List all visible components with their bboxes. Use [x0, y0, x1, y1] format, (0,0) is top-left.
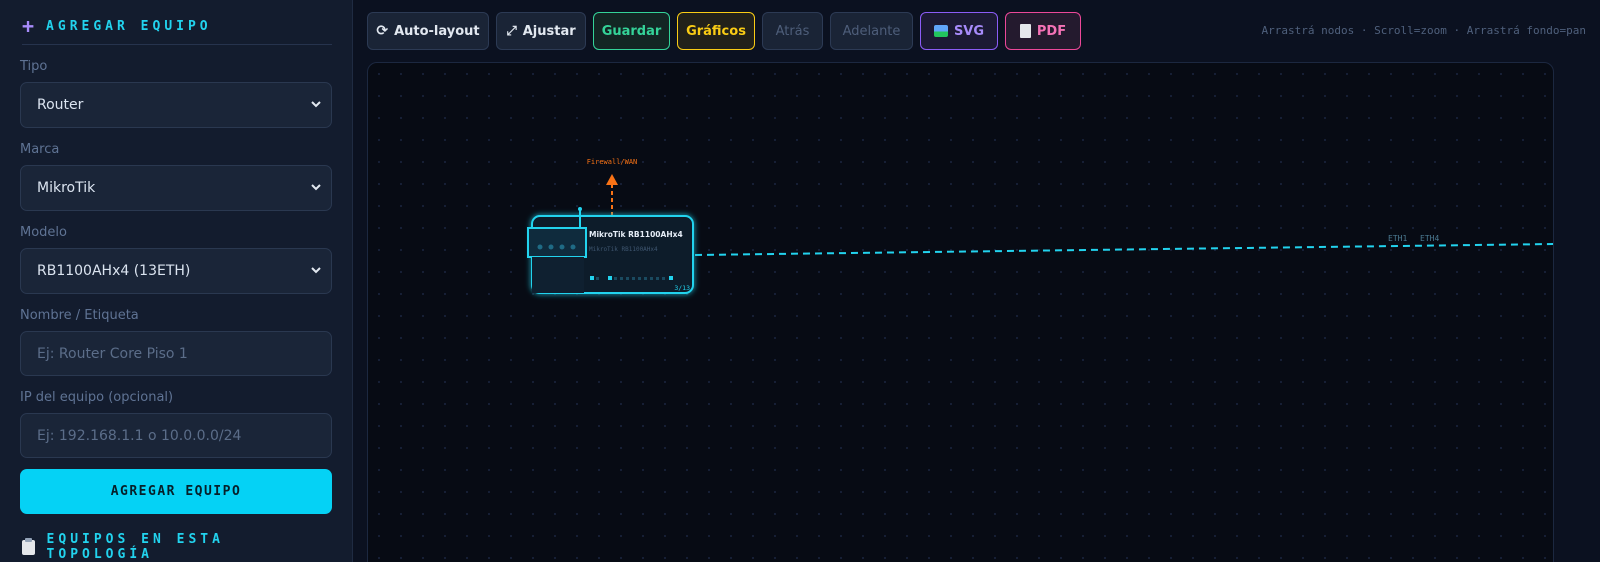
link-label-eth4: ETH4	[1420, 234, 1439, 243]
charts-button[interactable]: Gráficos	[677, 12, 755, 50]
port-count: 3/13	[674, 284, 690, 292]
save-button[interactable]: Guardar	[593, 12, 670, 50]
toolbar: ⟳ Auto-layout ⤢ Ajustar Guardar Gráficos…	[367, 12, 1081, 50]
canvas-hint: Arrastrá nodos · Scroll=zoom · Arrastrá …	[1261, 24, 1586, 37]
ip-input[interactable]: Ej: 192.168.1.1 o 10.0.0.0/24	[20, 413, 332, 458]
undo-button[interactable]: Atrás	[762, 12, 823, 50]
tipo-select[interactable]: Router	[20, 82, 332, 128]
ip-label: IP del equipo (opcional)	[20, 390, 174, 405]
export-svg-label: SVG	[953, 23, 985, 39]
node-subtitle: MikroTik RB1100AHx4	[589, 246, 658, 253]
auto-layout-button[interactable]: ⟳ Auto-layout	[367, 12, 489, 50]
add-equipment-heading: + AGREGAR EQUIPO	[22, 16, 332, 45]
sidebar: + AGREGAR EQUIPO Tipo Router Marca Mikro…	[0, 0, 353, 562]
tipo-label: Tipo	[20, 59, 48, 74]
equipment-list-heading: EQUIPOS EN ESTA TOPOLOGÍA	[22, 532, 332, 562]
arrow-up-icon	[606, 174, 618, 185]
fit-button[interactable]: ⤢ Ajustar	[496, 12, 586, 50]
chevron-down-icon	[311, 267, 321, 274]
document-icon	[1019, 24, 1031, 38]
chevron-down-icon	[311, 184, 321, 191]
add-equipment-title: AGREGAR EQUIPO	[46, 18, 212, 34]
router-node[interactable]: MikroTik RB1100AHx4 MikroTik RB1100AHx4	[527, 207, 694, 294]
uplink-label: Firewall/WAN	[587, 158, 638, 166]
app-root: + AGREGAR EQUIPO Tipo Router Marca Mikro…	[0, 0, 1600, 562]
nombre-input[interactable]: Ej: Router Core Piso 1	[20, 331, 332, 376]
refresh-icon: ⟳	[376, 23, 389, 39]
clipboard-icon	[22, 537, 35, 555]
topology-svg: ETH1 ETH4 Firewall/WAN MikroTik RB1100AH…	[527, 158, 1554, 294]
add-equipment-button[interactable]: AGREGAR EQUIPO	[20, 469, 332, 514]
export-pdf-label: PDF	[1036, 23, 1067, 39]
nombre-label: Nombre / Etiqueta	[20, 308, 139, 323]
node-title: MikroTik RB1100AHx4	[589, 230, 683, 239]
export-pdf-button[interactable]: PDF	[1005, 12, 1081, 50]
chevron-down-icon	[311, 101, 321, 108]
equipment-list-title: EQUIPOS EN ESTA TOPOLOGÍA	[46, 532, 224, 562]
tipo-value: Router	[37, 97, 84, 113]
modelo-label: Modelo	[20, 225, 67, 240]
fit-label: Ajustar	[522, 23, 576, 39]
redo-button[interactable]: Adelante	[830, 12, 913, 50]
marca-label: Marca	[20, 142, 60, 157]
auto-layout-label: Auto-layout	[394, 23, 480, 39]
link-label-eth1: ETH1	[1388, 234, 1407, 243]
ip-placeholder: Ej: 192.168.1.1 o 10.0.0.0/24	[37, 427, 242, 444]
router-icon	[527, 227, 587, 258]
plus-icon: +	[22, 14, 35, 38]
modelo-select[interactable]: RB1100AHx4 (13ETH)	[20, 248, 332, 294]
image-icon	[933, 25, 948, 37]
marca-value: MikroTik	[37, 180, 96, 196]
network-link[interactable]	[694, 243, 1554, 256]
modelo-value: RB1100AHx4 (13ETH)	[37, 263, 191, 279]
topology-canvas[interactable]: ETH1 ETH4 Firewall/WAN MikroTik RB1100AH…	[367, 62, 1554, 562]
marca-select[interactable]: MikroTik	[20, 165, 332, 211]
resize-icon: ⤢	[506, 23, 517, 39]
nombre-placeholder: Ej: Router Core Piso 1	[37, 345, 188, 362]
export-svg-button[interactable]: SVG	[920, 12, 998, 50]
